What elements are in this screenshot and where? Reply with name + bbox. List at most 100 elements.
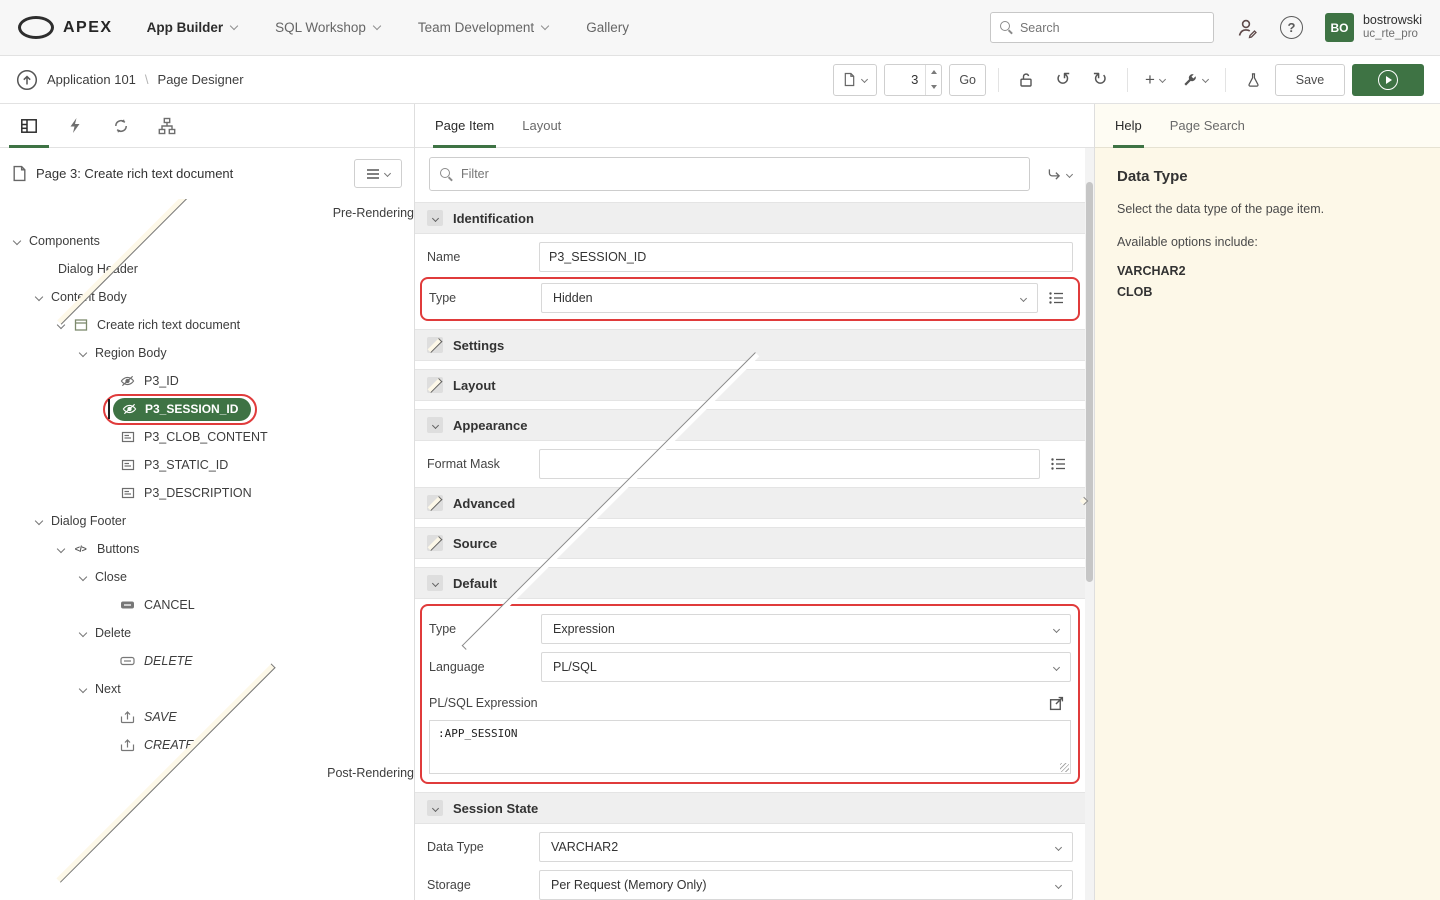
create-menu-button[interactable]: +: [1140, 64, 1170, 96]
collapse-right-panel-icon[interactable]: [1081, 498, 1087, 504]
section-source[interactable]: Source: [415, 527, 1085, 559]
tree-item-dialog-footer[interactable]: Dialog Footer: [0, 507, 414, 535]
resize-handle[interactable]: [1060, 763, 1069, 772]
hidden-item-icon: [122, 402, 137, 417]
page-number-down-icon[interactable]: [926, 80, 941, 95]
tab-rendering[interactable]: [6, 104, 52, 147]
hidden-item-icon: [120, 374, 135, 389]
default-type-select[interactable]: Expression: [541, 614, 1071, 644]
chevron-down-icon: [79, 685, 87, 693]
filter-input[interactable]: [461, 167, 1019, 181]
shared-components-button[interactable]: [1238, 64, 1268, 96]
undo-button[interactable]: ↺: [1048, 64, 1078, 96]
collapse-toggle-icon: [427, 337, 443, 353]
format-mask-field-row: Format Mask: [427, 449, 1073, 479]
user-avatar: BO: [1325, 13, 1354, 42]
default-type-field-row: Type Expression: [429, 614, 1071, 644]
tab-processing[interactable]: [98, 104, 144, 147]
tree-item-p3-session-id[interactable]: P3_SESSION_ID: [0, 395, 414, 423]
tree-item-pre-rendering[interactable]: Pre-Rendering: [0, 199, 414, 227]
type-lov-button[interactable]: [1041, 283, 1071, 313]
session-data-type-label: Data Type: [427, 840, 539, 854]
storage-field-row: Storage Per Request (Memory Only): [427, 870, 1073, 900]
tab-page-shared-components[interactable]: [144, 104, 190, 147]
tree-item-buttons[interactable]: </> Buttons: [0, 535, 414, 563]
tree-item-components[interactable]: Components: [0, 227, 414, 255]
redo-button[interactable]: ↻: [1085, 64, 1115, 96]
chevron-down-icon: [373, 22, 381, 30]
textarea-item-icon: [120, 430, 135, 445]
nav-team-development[interactable]: Team Development: [418, 20, 548, 35]
run-button[interactable]: [1352, 64, 1424, 96]
tree-item-delete[interactable]: Delete: [0, 619, 414, 647]
storage-select[interactable]: Per Request (Memory Only): [539, 870, 1073, 900]
default-fields-highlight: Type Expression Language PL/SQL: [420, 604, 1080, 784]
utilities-menu-button[interactable]: [1177, 64, 1213, 96]
format-mask-lov-button[interactable]: [1043, 449, 1073, 479]
tree-item-close[interactable]: Close: [0, 563, 414, 591]
session-data-type-field-row: Data Type VARCHAR2: [427, 832, 1073, 862]
type-select[interactable]: Hidden: [541, 283, 1038, 313]
apex-brand[interactable]: APEX: [18, 16, 113, 39]
scrollbar-track[interactable]: [1085, 148, 1094, 900]
tree-item-p3-description[interactable]: P3_DESCRIPTION: [0, 479, 414, 507]
collapse-left-panel-icon[interactable]: [403, 498, 818, 504]
help-icon[interactable]: ?: [1280, 16, 1303, 39]
chevron-down-icon: [1055, 843, 1062, 850]
search-input[interactable]: [1020, 21, 1204, 35]
nav-gallery[interactable]: Gallery: [586, 20, 629, 35]
section-identification[interactable]: Identification: [415, 202, 1085, 234]
collapse-toggle-icon: [427, 417, 443, 433]
scrollbar-thumb[interactable]: [1086, 182, 1093, 582]
page-number-up-icon[interactable]: [926, 65, 941, 80]
global-search: [990, 12, 1214, 43]
section-layout[interactable]: Layout: [415, 369, 1085, 401]
tab-layout[interactable]: Layout: [522, 104, 561, 147]
help-panel-tabs: Help Page Search: [1095, 104, 1440, 148]
button-icon: [120, 654, 135, 669]
selected-tree-item: P3_SESSION_ID: [113, 398, 251, 421]
tree-item-p3-clob-content[interactable]: P3_CLOB_CONTENT: [0, 423, 414, 451]
tree-item-p3-id[interactable]: P3_ID: [0, 367, 414, 395]
tree-item-post-rendering[interactable]: Post-Rendering: [0, 759, 414, 787]
plsql-expression-editor[interactable]: :APP_SESSION: [429, 720, 1071, 774]
apex-logo-icon: [18, 16, 54, 39]
tree-item-dialog-header[interactable]: Dialog Header: [0, 255, 414, 283]
tab-page-item[interactable]: Page Item: [435, 104, 494, 147]
apex-page-designer-window: APEX App Builder SQL Workshop Team Devel…: [0, 0, 1440, 900]
tab-help[interactable]: Help: [1115, 104, 1142, 147]
filter-box: [429, 157, 1030, 191]
tree-item-content-body[interactable]: Content Body: [0, 283, 414, 311]
type-field-row: Type Hidden: [429, 283, 1071, 313]
section-session-state[interactable]: Session State: [415, 792, 1085, 824]
language-select[interactable]: PL/SQL: [541, 652, 1071, 682]
nav-sql-workshop[interactable]: SQL Workshop: [275, 20, 380, 35]
nav-app-builder[interactable]: App Builder: [147, 20, 238, 35]
collapse-toggle-icon: [427, 800, 443, 816]
administration-icon[interactable]: [1236, 17, 1258, 39]
lock-button[interactable]: [1011, 64, 1041, 96]
format-mask-input[interactable]: [539, 449, 1040, 479]
search-icon: [1000, 21, 1013, 34]
help-description: Select the data type of the page item.: [1117, 200, 1418, 219]
goto-group-button[interactable]: [1038, 159, 1080, 189]
tree-item-p3-static-id[interactable]: P3_STATIC_ID: [0, 451, 414, 479]
tree-item-region-body[interactable]: Region Body: [0, 339, 414, 367]
page-selector-button[interactable]: [833, 64, 877, 96]
go-button[interactable]: Go: [949, 64, 986, 96]
session-data-type-select[interactable]: VARCHAR2: [539, 832, 1073, 862]
tree-item-delete-button[interactable]: DELETE: [0, 647, 414, 675]
open-code-editor-button[interactable]: [1041, 688, 1071, 718]
tree-menu-button[interactable]: [354, 159, 402, 188]
save-button[interactable]: Save: [1275, 64, 1345, 96]
section-appearance[interactable]: Appearance: [415, 409, 1085, 441]
chevron-down-icon: [1053, 625, 1060, 632]
tree-item-cancel-button[interactable]: CANCEL: [0, 591, 414, 619]
breadcrumb-application[interactable]: Application 101: [47, 72, 136, 87]
tab-page-search[interactable]: Page Search: [1170, 104, 1245, 147]
user-menu[interactable]: BO bostrowski uc_rte_pro: [1325, 13, 1422, 42]
name-input[interactable]: [539, 242, 1073, 272]
page-number-input[interactable]: [885, 65, 925, 95]
tree-item-next[interactable]: Next: [0, 675, 414, 703]
tab-dynamic-actions[interactable]: [52, 104, 98, 147]
